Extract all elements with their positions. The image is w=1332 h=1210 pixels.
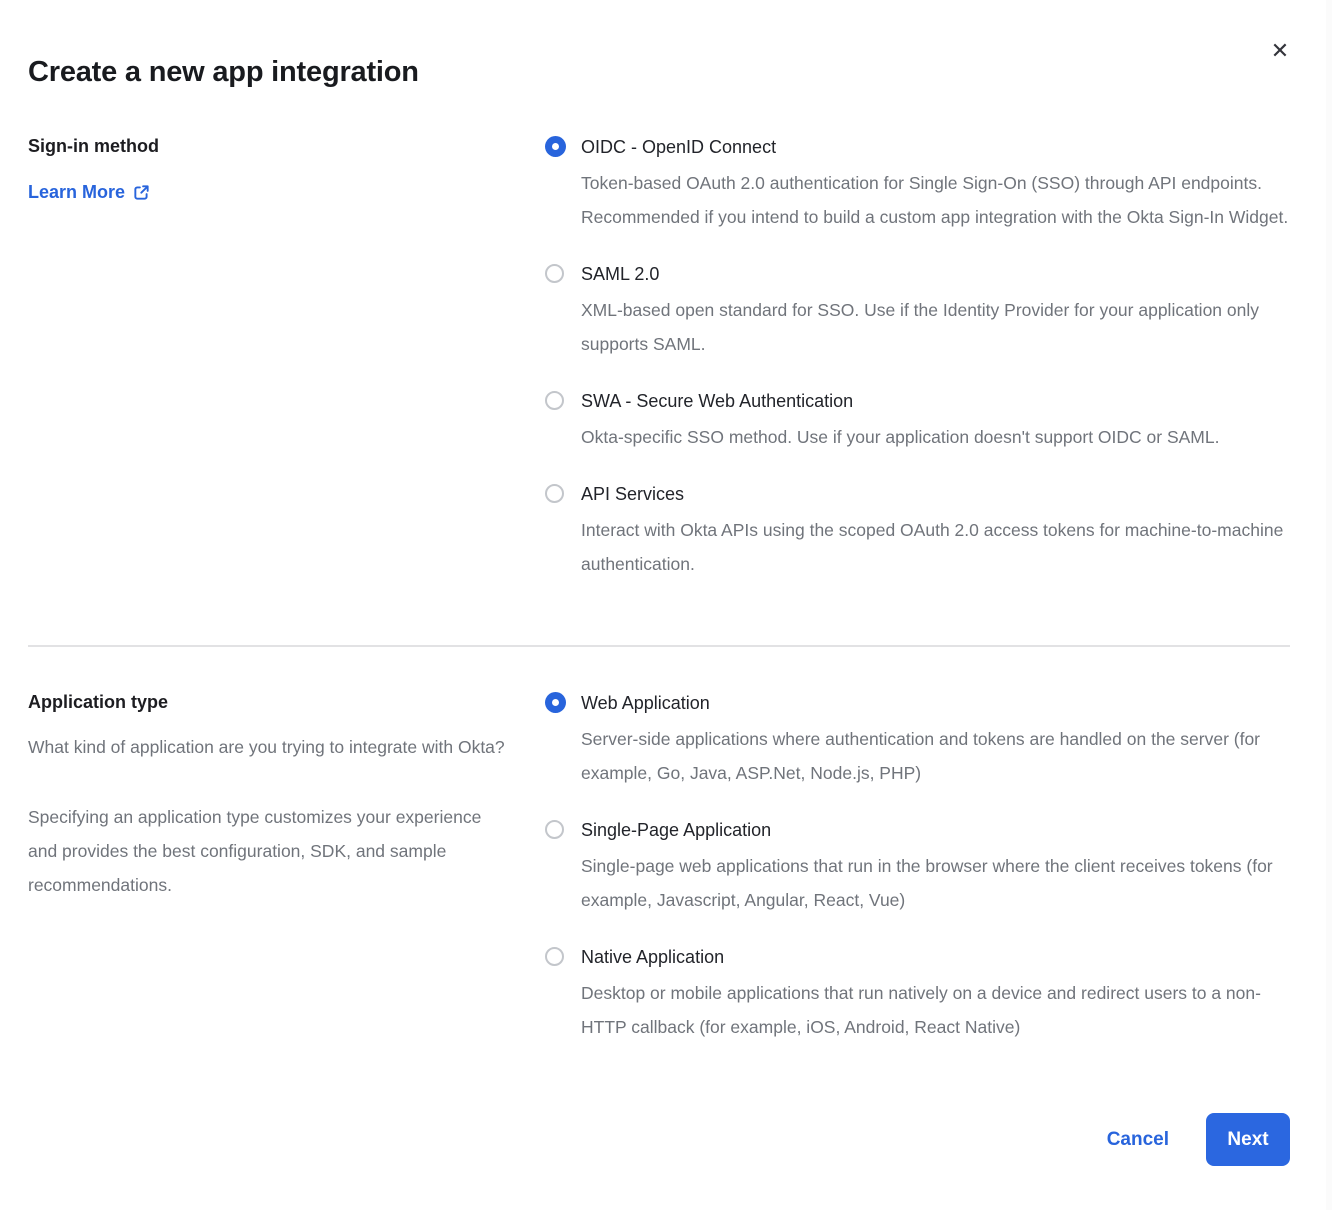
dialog-title: Create a new app integration: [28, 56, 1290, 89]
learn-more-link[interactable]: Learn More: [28, 182, 150, 203]
signin-method-left-col: Sign-in method Learn More: [28, 134, 545, 581]
application-type-options: Web Application Server-side applications…: [545, 690, 1290, 1044]
application-type-left-col: Application type What kind of applicatio…: [28, 690, 545, 1044]
radio-spa[interactable]: [545, 820, 564, 839]
option-saml: SAML 2.0 XML-based open standard for SSO…: [545, 261, 1290, 361]
signin-method-options: OIDC - OpenID Connect Token-based OAuth …: [545, 134, 1290, 581]
application-type-label: Application type: [28, 690, 505, 714]
option-oidc-description: Token-based OAuth 2.0 authentication for…: [581, 166, 1290, 234]
external-link-icon: [133, 184, 150, 201]
option-spa: Single-Page Application Single-page web …: [545, 817, 1290, 917]
option-saml-description: XML-based open standard for SSO. Use if …: [581, 293, 1290, 361]
option-web-application-description: Server-side applications where authentic…: [581, 722, 1290, 790]
option-api-services-label[interactable]: API Services: [581, 481, 1290, 507]
signin-method-label: Sign-in method: [28, 134, 505, 158]
dialog-footer: Cancel Next: [1107, 1113, 1290, 1166]
option-web-application: Web Application Server-side applications…: [545, 690, 1290, 790]
radio-saml[interactable]: [545, 264, 564, 283]
application-type-description-1: What kind of application are you trying …: [28, 730, 505, 764]
option-spa-description: Single-page web applications that run in…: [581, 849, 1290, 917]
radio-web-application[interactable]: [545, 692, 566, 713]
create-app-integration-dialog: ✕ Create a new app integration Sign-in m…: [0, 0, 1326, 1210]
option-oidc: OIDC - OpenID Connect Token-based OAuth …: [545, 134, 1290, 234]
option-spa-label[interactable]: Single-Page Application: [581, 817, 1290, 843]
learn-more-label: Learn More: [28, 182, 125, 203]
option-api-services: API Services Interact with Okta APIs usi…: [545, 481, 1290, 581]
radio-api-services[interactable]: [545, 484, 564, 503]
option-native-application-description: Desktop or mobile applications that run …: [581, 976, 1290, 1044]
signin-method-section: Sign-in method Learn More OIDC - OpenID …: [28, 134, 1290, 581]
option-api-services-description: Interact with Okta APIs using the scoped…: [581, 513, 1290, 581]
application-type-description-2: Specifying an application type customize…: [28, 800, 505, 902]
option-web-application-label[interactable]: Web Application: [581, 690, 1290, 716]
option-oidc-label[interactable]: OIDC - OpenID Connect: [581, 134, 1290, 160]
option-saml-label[interactable]: SAML 2.0: [581, 261, 1290, 287]
next-button[interactable]: Next: [1206, 1113, 1290, 1166]
option-swa-description: Okta-specific SSO method. Use if your ap…: [581, 420, 1219, 454]
application-type-section: Application type What kind of applicatio…: [28, 647, 1290, 1044]
option-native-application: Native Application Desktop or mobile app…: [545, 944, 1290, 1044]
option-native-application-label[interactable]: Native Application: [581, 944, 1290, 970]
radio-oidc[interactable]: [545, 136, 566, 157]
radio-native-application[interactable]: [545, 947, 564, 966]
option-swa-label[interactable]: SWA - Secure Web Authentication: [581, 388, 1219, 414]
radio-swa[interactable]: [545, 391, 564, 410]
option-swa: SWA - Secure Web Authentication Okta-spe…: [545, 388, 1290, 454]
cancel-button[interactable]: Cancel: [1107, 1129, 1169, 1151]
close-icon[interactable]: ✕: [1266, 38, 1294, 66]
